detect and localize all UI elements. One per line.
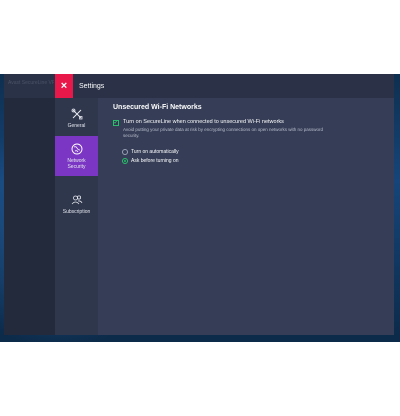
checkmark-icon: ✓ (113, 120, 119, 126)
radio-ask-before-turning-on[interactable] (122, 158, 128, 164)
nav-item-label: Subscription (62, 208, 91, 215)
radio-label-ask-before-turning-on: Ask before turning on (131, 158, 179, 164)
app-name: Avast SecureLine VPN (8, 80, 54, 86)
settings-content: Unsecured Wi-Fi Networks ✓ Turn on Secur… (98, 98, 394, 335)
nav-item-subscription[interactable]: Subscription (55, 184, 98, 224)
close-button[interactable]: × (55, 74, 73, 98)
settings-header: Settings (73, 74, 394, 98)
nav-item-label: General (67, 122, 86, 129)
page-title: Settings (79, 82, 105, 90)
securelink-wifi-checkbox[interactable]: ✓ (113, 120, 119, 126)
checkbox-description: Avoid putting your private data at risk … (123, 127, 324, 138)
users-icon (71, 194, 82, 204)
nav-item-label: Network Security (67, 157, 86, 170)
section-title: Unsecured Wi-Fi Networks (113, 104, 202, 111)
checkbox-label: Turn on SecureLine when connected to uns… (123, 119, 284, 125)
app-sidebar (4, 98, 55, 335)
nav-item-general[interactable]: General (55, 98, 98, 138)
globe-icon (71, 143, 82, 154)
nav-item-network-security[interactable]: Network Security (55, 136, 98, 176)
settings-nav: General Network Security Subscription (55, 98, 98, 335)
tools-icon (71, 108, 82, 119)
radio-label-turn-on-automatically: Turn on automatically (131, 149, 179, 155)
radio-turn-on-automatically[interactable] (122, 149, 128, 155)
